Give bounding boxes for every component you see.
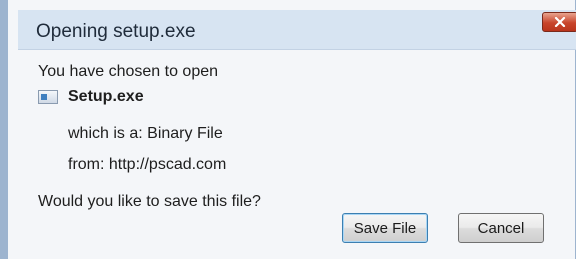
file-source-text: from: http://pscad.com — [68, 156, 227, 173]
close-button[interactable] — [542, 12, 576, 32]
dialog-title: Opening setup.exe — [36, 21, 196, 42]
close-icon — [554, 17, 566, 27]
application-file-icon — [38, 90, 58, 104]
intro-text: You have chosen to open — [38, 63, 219, 80]
file-type-text: which is a: Binary File — [68, 125, 223, 142]
cancel-button[interactable]: Cancel — [458, 213, 544, 243]
file-icon-glyph — [41, 94, 47, 100]
file-name: Setup.exe — [68, 88, 144, 105]
save-file-button[interactable]: Save File — [342, 213, 428, 243]
save-question: Would you like to save this file? — [38, 193, 261, 210]
title-bar[interactable]: Opening setup.exe — [18, 10, 576, 50]
